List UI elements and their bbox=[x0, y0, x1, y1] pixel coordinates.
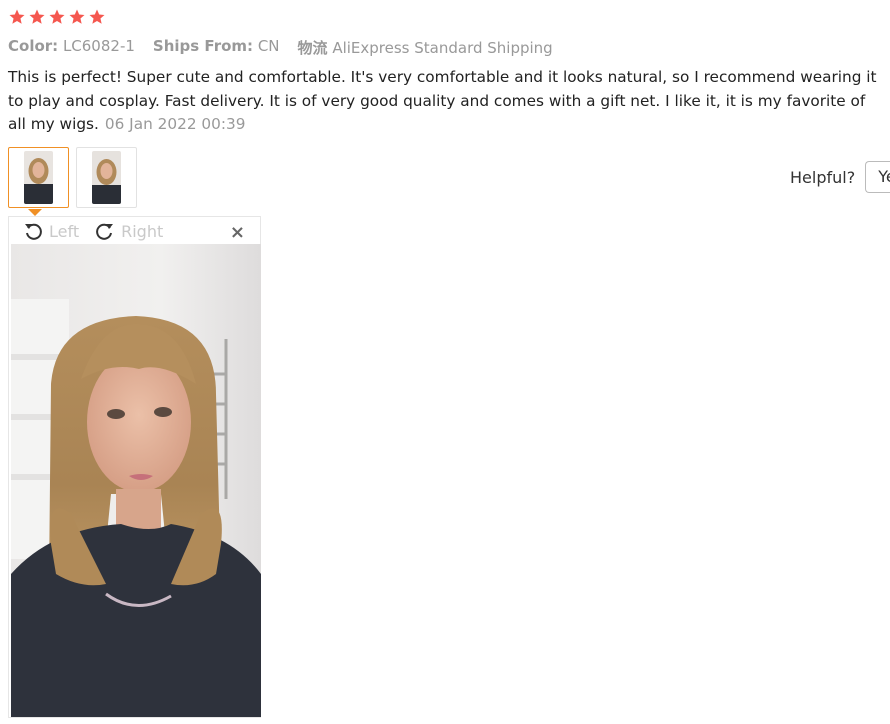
star-icon bbox=[69, 9, 85, 24]
color-info: Color: LC6082-1 bbox=[8, 37, 135, 58]
rotate-left-icon bbox=[25, 223, 42, 240]
rotate-right-icon bbox=[96, 223, 114, 240]
logistics-info: 物流 AliExpress Standard Shipping bbox=[298, 37, 553, 58]
close-icon[interactable]: × bbox=[230, 222, 245, 243]
star-icon bbox=[29, 9, 45, 24]
color-value: LC6082-1 bbox=[62, 37, 135, 55]
rotate-left-label: Left bbox=[49, 221, 80, 241]
review-meta: Color: LC6082-1 Ships From: CN 物流 AliExp… bbox=[8, 37, 553, 58]
photo-image bbox=[11, 244, 261, 717]
rating-stars bbox=[8, 8, 106, 26]
thumbnail-image bbox=[24, 151, 53, 204]
rotate-right-button[interactable]: Right bbox=[95, 221, 163, 241]
star-icon bbox=[49, 9, 65, 24]
logistics-label: 物流 bbox=[297, 39, 328, 57]
thumbnail-image bbox=[92, 151, 121, 204]
review-photo bbox=[11, 244, 261, 717]
ships-from-value: CN bbox=[257, 37, 280, 55]
review-date: 06 Jan 2022 00:39 bbox=[104, 115, 246, 133]
helpful-section: Helpful? Yes bbox=[790, 161, 890, 193]
color-label: Color: bbox=[8, 37, 59, 55]
selected-caret bbox=[28, 209, 42, 216]
helpful-label: Helpful? bbox=[790, 167, 856, 187]
ships-from-label: Ships From: bbox=[152, 37, 254, 55]
star-icon bbox=[89, 9, 105, 24]
logistics-value: AliExpress Standard Shipping bbox=[332, 39, 553, 57]
ships-from-info: Ships From: CN bbox=[153, 37, 280, 58]
review-thumbnails bbox=[8, 147, 137, 208]
rotate-right-label: Right bbox=[121, 221, 164, 241]
helpful-yes-button[interactable]: Yes bbox=[865, 161, 890, 193]
viewer-toolbar: Left Right × bbox=[9, 217, 260, 245]
rotate-left-button[interactable]: Left bbox=[23, 221, 79, 241]
star-icon bbox=[9, 9, 25, 24]
review-thumbnail[interactable] bbox=[76, 147, 137, 208]
review-text: This is perfect! Super cute and comforta… bbox=[8, 66, 883, 137]
review-thumbnail[interactable] bbox=[8, 147, 69, 208]
image-viewer: Left Right × bbox=[8, 216, 261, 718]
